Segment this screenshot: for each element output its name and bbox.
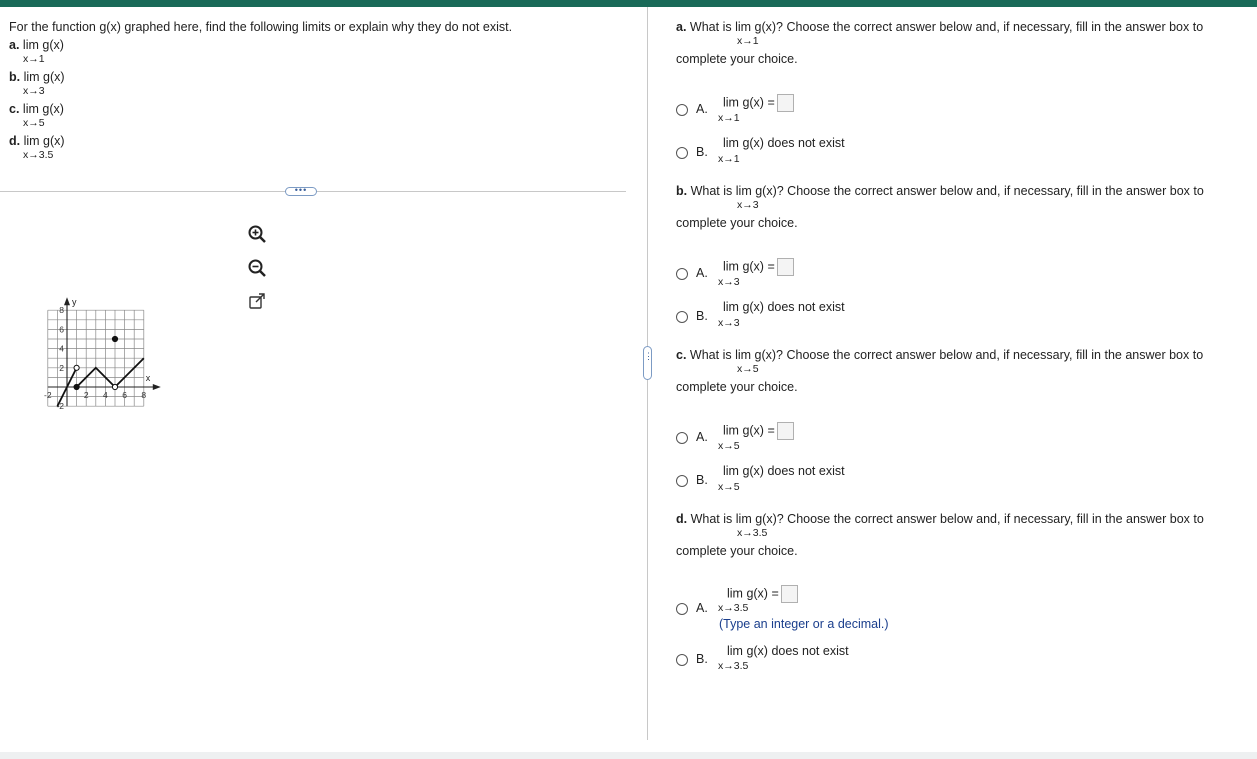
question-a: a. What is lim g(x)? Choose the correct … xyxy=(676,20,1204,66)
function-graph: xy-2 2 4 6 88642-2 xyxy=(44,297,161,411)
external-link-icon[interactable] xyxy=(247,292,267,312)
closed-point xyxy=(73,383,80,391)
function-curve-2 xyxy=(75,357,145,389)
closed-point xyxy=(111,335,119,343)
problem-pane: For the function g(x) graphed here, find… xyxy=(0,7,640,752)
answer-box[interactable] xyxy=(780,585,798,603)
x-tick-label: 6 xyxy=(122,390,127,400)
x-axis-arrow xyxy=(152,384,161,390)
y-tick-label: 4 xyxy=(59,344,64,354)
answer-box[interactable] xyxy=(776,422,794,440)
radio-button[interactable] xyxy=(676,603,688,615)
radio-button[interactable] xyxy=(676,432,688,444)
question-c: c. What is lim g(x)? Choose the correct … xyxy=(676,348,1204,394)
radio-button[interactable] xyxy=(676,475,688,487)
limit-item-a: a. lim g(x) x→1 xyxy=(9,38,64,65)
limit-item-b: b. lim g(x) x→3 xyxy=(9,70,65,97)
radio-button[interactable] xyxy=(676,147,688,159)
y-axis-arrow xyxy=(64,297,70,306)
x-tick-label: 2 xyxy=(84,390,89,400)
radio-button[interactable] xyxy=(676,268,688,280)
problem-intro: For the function g(x) graphed here, find… xyxy=(9,20,513,34)
y-tick-label: 6 xyxy=(59,324,64,334)
answer-box[interactable] xyxy=(776,94,794,112)
limit-item-c: c. lim g(x) x→5 xyxy=(9,102,64,129)
open-point xyxy=(111,383,119,391)
answer-box[interactable] xyxy=(776,258,794,276)
x-tick-label: 4 xyxy=(103,390,108,400)
question-d: d. What is lim g(x)? Choose the correct … xyxy=(676,512,1204,558)
radio-button[interactable] xyxy=(676,311,688,323)
x-tick-label: -2 xyxy=(44,390,52,400)
y-tick-label: 8 xyxy=(59,305,64,315)
x-tick-label: 8 xyxy=(141,390,146,400)
zoom-out-icon[interactable] xyxy=(247,258,267,278)
question-b: b. What is lim g(x)? Choose the correct … xyxy=(676,184,1204,230)
open-point xyxy=(73,364,80,371)
top-bar xyxy=(0,0,1257,7)
pane-resize-handle[interactable]: ⋮ xyxy=(643,346,653,380)
bottom-bar xyxy=(0,752,1257,759)
zoom-in-icon[interactable] xyxy=(247,224,267,244)
radio-button[interactable] xyxy=(676,654,688,666)
answer-hint: (Type an integer or a decimal.) xyxy=(719,617,889,631)
y-axis-label: y xyxy=(72,297,77,307)
radio-button[interactable] xyxy=(676,104,688,116)
x-axis-label: x xyxy=(146,373,151,383)
more-button[interactable]: ••• xyxy=(285,186,317,196)
y-tick-label: 2 xyxy=(59,363,64,373)
limit-item-d: d. lim g(x) x→3.5 xyxy=(9,134,65,161)
